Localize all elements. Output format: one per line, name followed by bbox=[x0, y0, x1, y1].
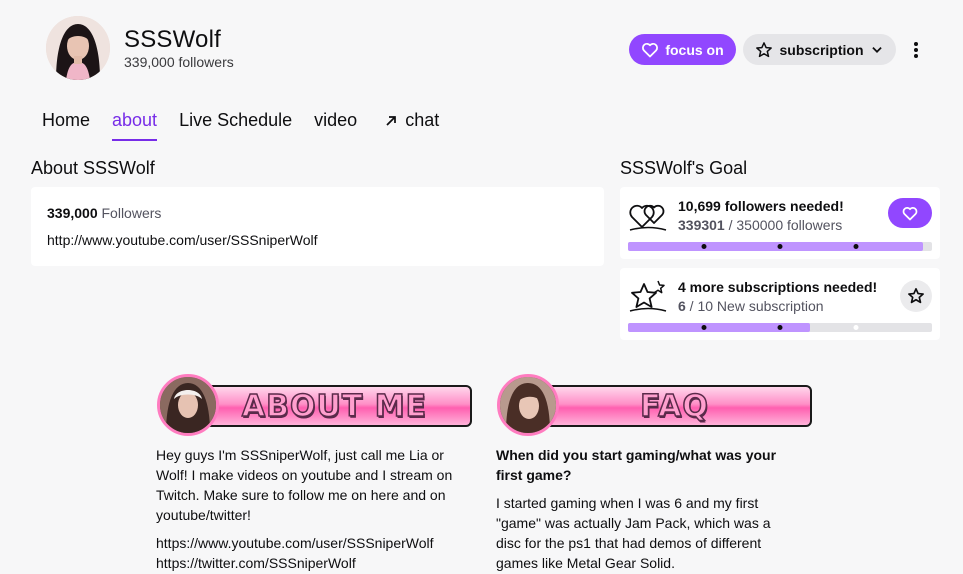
progress-marker bbox=[777, 325, 783, 330]
subscription-goal-progress-text: 6 / 10 New subscription bbox=[678, 298, 824, 314]
subscribe-button[interactable]: subscription bbox=[743, 34, 896, 65]
faq-question: When did you start gaming/what was your … bbox=[496, 447, 777, 483]
progress-marker bbox=[853, 325, 859, 330]
tab-label: about bbox=[112, 110, 158, 130]
channel-name[interactable]: SSSWolf bbox=[124, 26, 221, 54]
subscription-goal-progress-bar bbox=[628, 323, 932, 332]
faq-answer: I started gaming when I was 6 and my fir… bbox=[496, 495, 771, 571]
subscription-goal-headline: 4 more subscriptions needed! bbox=[678, 279, 878, 295]
external-link-arrow-icon bbox=[386, 115, 397, 126]
follower-goal-target: / 350000 followers bbox=[724, 217, 843, 233]
subscribe-button-label: subscription bbox=[779, 41, 864, 58]
follower-goal-headline: 10,699 followers needed! bbox=[678, 198, 844, 214]
tab-label: Live Schedule bbox=[179, 110, 293, 130]
subscription-goal-card: 4 more subscriptions needed! 6 / 10 New … bbox=[620, 268, 940, 340]
tab-label: chat bbox=[405, 110, 440, 130]
follower-goal-progress-bar bbox=[628, 242, 932, 251]
faq-text: When did you start gaming/what was your … bbox=[496, 445, 796, 574]
channel-avatar[interactable] bbox=[46, 16, 110, 80]
progress-marker bbox=[701, 325, 707, 330]
progress-fill bbox=[628, 323, 811, 332]
subscription-goal-current: 6 bbox=[678, 298, 686, 314]
star-icon bbox=[908, 288, 924, 304]
progress-marker bbox=[701, 244, 707, 249]
heart-icon bbox=[902, 206, 918, 220]
follow-button[interactable]: focus on bbox=[629, 34, 736, 65]
goal-subscribe-button[interactable] bbox=[900, 280, 932, 312]
banner-title: ABOUT ME bbox=[241, 388, 428, 425]
about-me-text: Hey guys I'm SSSniperWolf, just call me … bbox=[156, 445, 476, 573]
heart-icon bbox=[642, 42, 659, 57]
tab-home[interactable]: Home bbox=[42, 110, 90, 141]
about-follower-count: 339,000 Followers bbox=[47, 205, 588, 221]
channel-page: SSSWolf 339,000 followers focus on subsc… bbox=[0, 0, 963, 574]
follower-number: 339,000 bbox=[47, 205, 98, 221]
follower-label: Followers bbox=[101, 205, 162, 221]
tab-about[interactable]: about bbox=[112, 110, 158, 141]
subscription-goal-target: / 10 New subscription bbox=[685, 298, 824, 314]
follower-goal-current: 339301 bbox=[678, 217, 725, 233]
about-me-twitter-link[interactable]: https://twitter.com/SSSniperWolf bbox=[156, 553, 476, 573]
about-title: About SSSWolf bbox=[31, 158, 155, 178]
tab-live-schedule[interactable]: Live Schedule bbox=[179, 110, 292, 141]
progress-fill bbox=[628, 242, 923, 251]
banner-bar: ABOUT ME bbox=[197, 385, 472, 427]
tab-chat[interactable]: chat bbox=[383, 110, 439, 141]
banner-bar: FAQ bbox=[537, 385, 812, 427]
more-vertical-icon bbox=[914, 42, 918, 58]
faq-panel-banner: FAQ bbox=[497, 374, 812, 438]
youtube-link[interactable]: http://www.youtube.com/user/SSSniperWolf bbox=[47, 232, 588, 248]
star-icon bbox=[756, 41, 773, 57]
follower-goal-progress-text: 339301 / 350000 followers bbox=[678, 217, 842, 233]
tab-label: Home bbox=[42, 110, 91, 130]
stars-icon bbox=[629, 280, 667, 312]
banner-avatar bbox=[497, 374, 559, 436]
about-me-youtube-link[interactable]: https://www.youtube.com/user/SSSniperWol… bbox=[156, 533, 476, 553]
channel-tabs: Home about Live Schedule video chat bbox=[42, 110, 461, 141]
about-me-description: Hey guys I'm SSSniperWolf, just call me … bbox=[156, 447, 453, 523]
chevron-down-icon bbox=[871, 46, 882, 53]
tab-label: video bbox=[314, 110, 358, 130]
goal-follow-button[interactable] bbox=[888, 198, 932, 228]
hearts-icon bbox=[629, 204, 667, 231]
follower-count: 339,000 followers bbox=[124, 54, 234, 70]
follow-button-label: focus on bbox=[665, 41, 724, 58]
more-options-button[interactable] bbox=[906, 36, 926, 64]
about-card: 339,000 Followers http://www.youtube.com… bbox=[31, 187, 604, 266]
progress-marker bbox=[777, 244, 783, 249]
about-me-panel-banner: ABOUT ME bbox=[157, 374, 472, 438]
tab-video[interactable]: video bbox=[314, 110, 357, 141]
goal-title: SSSWolf's Goal bbox=[620, 158, 748, 178]
follower-goal-card: 10,699 followers needed! 339301 / 350000… bbox=[620, 187, 940, 259]
banner-title: FAQ bbox=[639, 388, 709, 425]
banner-avatar bbox=[157, 374, 219, 436]
progress-marker bbox=[853, 244, 859, 249]
